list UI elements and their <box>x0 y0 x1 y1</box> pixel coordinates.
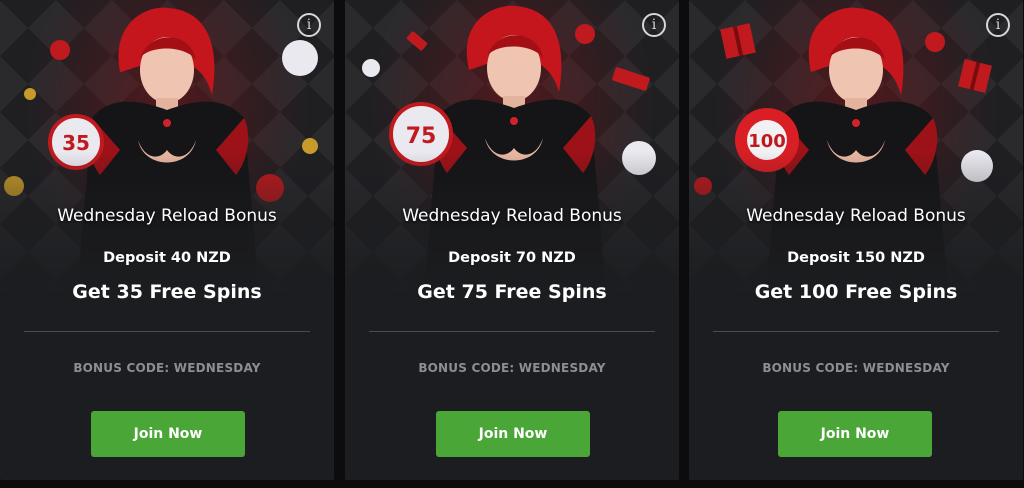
divider <box>24 331 310 332</box>
deposit-requirement: Deposit 40 NZD <box>103 250 231 266</box>
bonus-code: BONUS CODE: WEDNESDAY <box>418 361 606 375</box>
promo-card: 35 i Wednesday Reload Bonus Deposit 40 N… <box>0 0 334 480</box>
bonus-code: BONUS CODE: WEDNESDAY <box>762 361 950 375</box>
svg-text:100: 100 <box>748 131 786 152</box>
promo-title: Wednesday Reload Bonus <box>402 206 622 226</box>
free-spins-offer: Get 35 Free Spins <box>72 281 262 303</box>
deposit-requirement: Deposit 150 NZD <box>787 250 925 266</box>
promo-title: Wednesday Reload Bonus <box>746 206 966 226</box>
promo-card: 100 i Wednesday Reload Bonus Deposit 150… <box>689 0 1023 480</box>
deposit-requirement: Deposit 70 NZD <box>448 250 576 266</box>
info-icon[interactable]: i <box>986 13 1010 37</box>
promo-title: Wednesday Reload Bonus <box>57 206 277 226</box>
info-icon[interactable]: i <box>642 13 666 37</box>
divider <box>713 331 999 332</box>
promo-cards: 35 i Wednesday Reload Bonus Deposit 40 N… <box>0 0 1024 488</box>
svg-text:35: 35 <box>62 131 90 155</box>
info-icon[interactable]: i <box>297 13 321 37</box>
bonus-code: BONUS CODE: WEDNESDAY <box>73 361 261 375</box>
divider <box>369 331 655 332</box>
join-now-button[interactable]: Join Now <box>778 411 932 457</box>
promo-card: 75 i Wednesday Reload Bonus Deposit 70 N… <box>345 0 679 480</box>
free-spins-offer: Get 75 Free Spins <box>417 281 607 303</box>
join-now-button[interactable]: Join Now <box>436 411 590 457</box>
join-now-button[interactable]: Join Now <box>91 411 245 457</box>
free-spins-offer: Get 100 Free Spins <box>754 281 958 303</box>
svg-text:75: 75 <box>406 124 437 149</box>
